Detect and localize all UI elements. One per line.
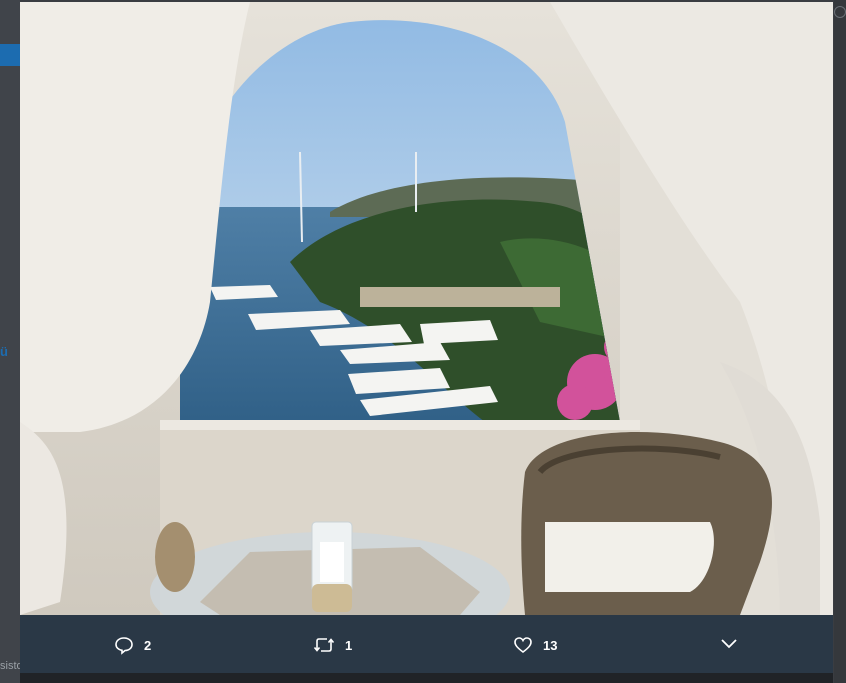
more-options-button[interactable] (720, 637, 738, 651)
background-page-right (834, 0, 846, 683)
retweet-count: 1 (345, 637, 353, 653)
search-icon (834, 6, 846, 18)
tweet-action-bar: 2 1 13 (20, 615, 833, 673)
heart-icon (514, 637, 532, 654)
background-page-left (0, 0, 20, 683)
photo-illustration (20, 2, 833, 615)
background-text-fragment: ü (0, 344, 8, 359)
background-bottom-strip (20, 673, 833, 683)
like-count: 13 (543, 637, 558, 653)
reply-count: 2 (144, 637, 152, 653)
retweet-button[interactable]: 1 (313, 635, 352, 655)
reply-icon (115, 637, 133, 655)
chevron-down-icon (721, 639, 737, 649)
like-button[interactable]: 13 (513, 635, 557, 655)
retweet-icon (313, 638, 335, 652)
reply-button[interactable]: 2 (114, 635, 151, 655)
background-accent-strip (0, 44, 20, 66)
tweet-photo[interactable] (20, 2, 833, 615)
